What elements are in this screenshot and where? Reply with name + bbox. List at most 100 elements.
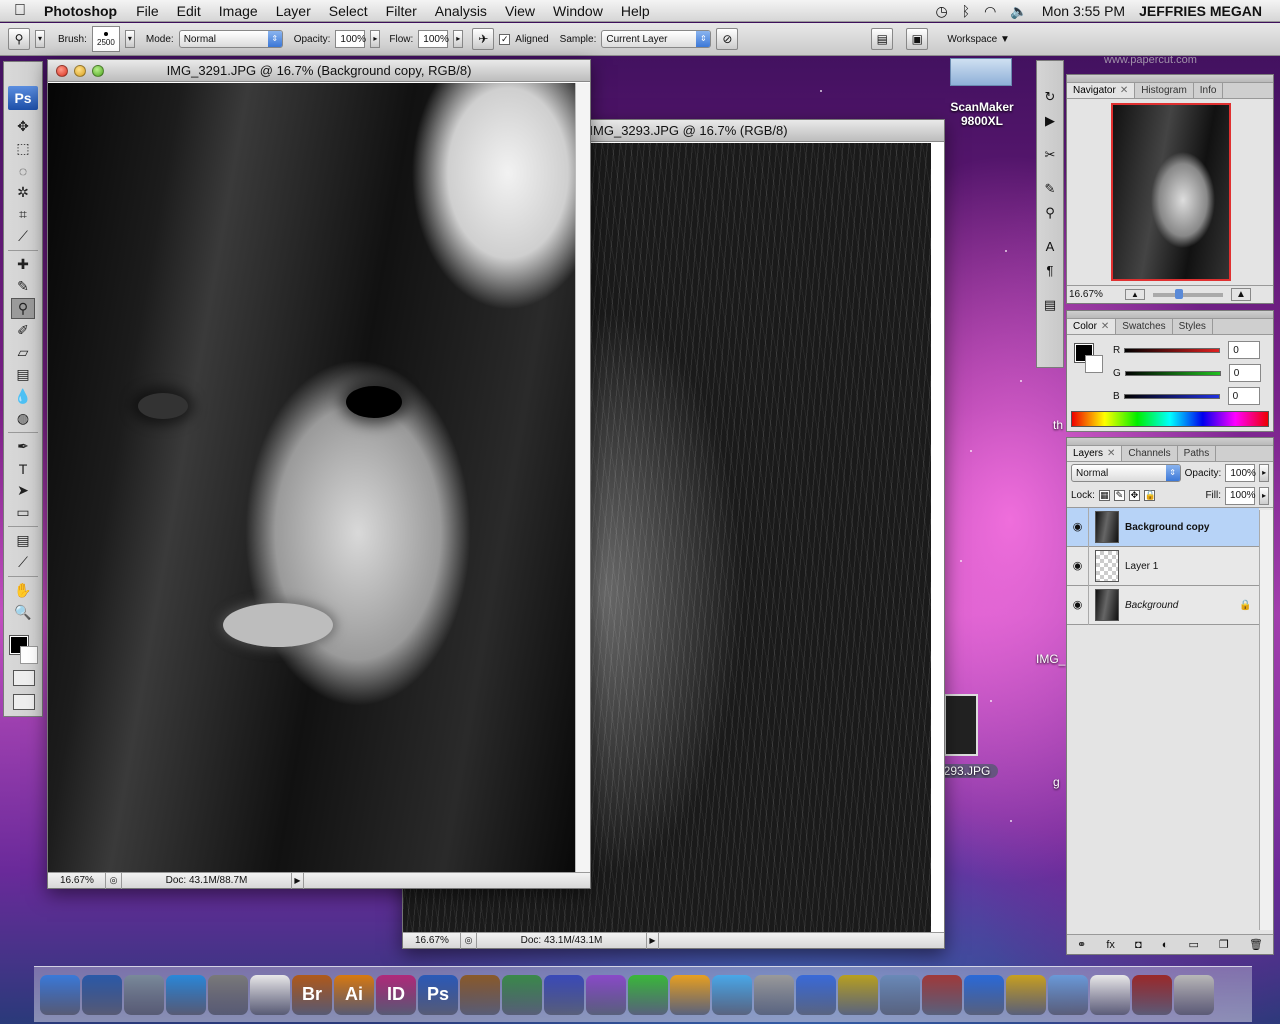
file-desktop-label[interactable]: 293.JPG (936, 764, 998, 778)
tab-swatches[interactable]: Swatches (1116, 319, 1173, 334)
status-info-icon[interactable]: ◎ (106, 872, 122, 889)
layer-style-icon[interactable]: fx (1106, 939, 1115, 951)
layer-name[interactable]: Layer 1 (1125, 561, 1259, 572)
hand-tool[interactable]: ✋ (11, 580, 35, 601)
layer-name[interactable]: Background (1125, 600, 1239, 611)
notes-tool[interactable]: ▤ (11, 530, 35, 551)
minimize-window-icon[interactable] (74, 64, 86, 77)
bluetooth-icon[interactable]: ᛒ (962, 3, 970, 19)
sample-dropdown[interactable]: Current Layer ⇕ (601, 30, 712, 48)
eye-visibility-icon[interactable]: ◉ (1067, 585, 1089, 625)
eyedropper-tool[interactable]: ⟋ (11, 552, 35, 573)
menu-view[interactable]: View (496, 3, 544, 19)
layer-opacity-input[interactable]: 100% (1225, 464, 1256, 482)
zoom-in-icon[interactable]: ▲ (1231, 288, 1251, 301)
status-menu-arrow-icon[interactable]: ▶ (292, 872, 304, 889)
menu-analysis[interactable]: Analysis (426, 3, 496, 19)
fill-input[interactable]: 100% (1225, 486, 1256, 505)
layer-opacity-arrow-icon[interactable]: ▸ (1259, 464, 1269, 482)
close-tab-icon[interactable]: ✕ (1101, 321, 1109, 332)
e-app-icon[interactable] (586, 974, 626, 1015)
actions-palette-icon[interactable]: ▶ (1041, 113, 1059, 133)
vertical-scrollbar[interactable] (575, 83, 590, 874)
numbers-icon[interactable] (502, 974, 542, 1015)
lock-transparency-icon[interactable]: ▦ (1098, 490, 1110, 501)
lock-image-icon[interactable]: ✎ (1113, 490, 1125, 501)
channel-slider[interactable] (1123, 393, 1220, 399)
navigator-zoom-slider[interactable] (1153, 288, 1223, 299)
zoom-window-icon[interactable] (92, 64, 104, 77)
eyedropper-slice-tool[interactable]: ⟋ (11, 226, 35, 247)
image-canvas-portrait[interactable] (48, 83, 576, 874)
layer-blend-mode-dropdown[interactable]: Normal ⇕ (1071, 464, 1181, 482)
keynote-icon[interactable] (460, 974, 500, 1015)
folder-icon[interactable] (1048, 974, 1088, 1015)
zoom-level-field[interactable]: 16.67% (403, 932, 461, 949)
adjustment-layer-icon[interactable]: ◐ (1162, 939, 1169, 951)
layer-row[interactable]: ◉ Background copy (1067, 507, 1259, 547)
acrobat-icon[interactable] (250, 974, 290, 1015)
layer-thumbnail[interactable] (1095, 589, 1119, 621)
marquee-tool[interactable]: ⬚ (11, 138, 35, 159)
brush-picker-arrow-icon[interactable]: ▾ (124, 30, 135, 48)
partial-desktop-label-1[interactable]: IMG_ (1036, 652, 1065, 666)
partial-desktop-label-2[interactable]: th (1053, 418, 1063, 432)
tab-color[interactable]: Color ✕ (1067, 319, 1117, 334)
layer-row[interactable]: ◉ Background 🔒 (1067, 585, 1259, 625)
quicktime-icon[interactable] (964, 974, 1004, 1015)
history-brush-tool[interactable]: ✐ (11, 320, 35, 341)
dodge-tool[interactable]: ◍ (11, 408, 35, 429)
tab-styles[interactable]: Styles (1173, 319, 1213, 334)
panel-grip[interactable] (1067, 75, 1273, 83)
trash-icon[interactable] (1174, 974, 1214, 1015)
tab-paths[interactable]: Paths (1178, 446, 1217, 461)
illustrator-icon[interactable]: Ai (334, 974, 374, 1015)
eye-visibility-icon[interactable]: ◉ (1067, 507, 1089, 547)
indesign-icon[interactable]: ID (376, 974, 416, 1015)
dvd-icon[interactable] (796, 974, 836, 1015)
volume-icon[interactable]: 🔈 (1010, 3, 1027, 20)
remote-icon[interactable] (1132, 974, 1172, 1015)
scanner-desktop-icon[interactable] (950, 58, 1012, 86)
photoshop-logo[interactable]: Ps (8, 86, 38, 110)
channel-value-input[interactable]: 0 (1228, 364, 1261, 382)
tab-info[interactable]: Info (1194, 83, 1224, 98)
opacity-input[interactable]: 100% (335, 30, 366, 48)
wifi-icon[interactable]: ◠ (984, 3, 996, 20)
move-tool[interactable]: ✥ (11, 116, 35, 137)
safari-icon[interactable] (166, 974, 206, 1015)
mode-dropdown[interactable]: Normal ⇕ (178, 30, 283, 48)
directory-icon[interactable] (124, 974, 164, 1015)
quick-mask-icon[interactable] (13, 670, 35, 686)
link-layers-icon[interactable]: ⚭ (1077, 938, 1086, 951)
channel-slider[interactable] (1124, 370, 1221, 376)
camera-icon[interactable] (754, 974, 794, 1015)
time-machine-icon[interactable]: ◷ (936, 3, 948, 20)
pen-tool[interactable]: ✒ (11, 436, 35, 457)
layer-thumbnail[interactable] (1095, 511, 1119, 543)
layer-comps-palette-icon[interactable]: ▤ (1041, 297, 1059, 317)
type-tool[interactable]: T (11, 458, 35, 479)
layer-row[interactable]: ◉ Layer 1 (1067, 546, 1259, 586)
pen-app-icon[interactable] (544, 974, 584, 1015)
color-spectrum-bar[interactable] (1071, 411, 1269, 427)
green-app-icon[interactable] (628, 974, 668, 1015)
bridge-icon[interactable]: Br (292, 974, 332, 1015)
navigator-preview[interactable] (1111, 103, 1231, 281)
menu-layer[interactable]: Layer (267, 3, 320, 19)
opacity-slider-arrow-icon[interactable]: ▸ (370, 30, 381, 48)
tool-presets-palette-icon[interactable]: ✂ (1041, 147, 1059, 167)
crop-tool[interactable]: ⌗ (11, 204, 35, 225)
shape-tool[interactable]: ▭ (11, 502, 35, 523)
iphoto-icon[interactable] (880, 974, 920, 1015)
workspace-menu[interactable]: Workspace ▼ (947, 34, 1010, 45)
brushes-palette-icon[interactable]: ✎ (1041, 181, 1059, 201)
channel-slider[interactable] (1124, 347, 1221, 353)
flow-slider-arrow-icon[interactable]: ▸ (453, 30, 464, 48)
lock-all-icon[interactable]: 🔒 (1143, 490, 1156, 501)
layer-thumbnail[interactable] (1095, 550, 1119, 582)
flow-input[interactable]: 100% (418, 30, 449, 48)
p-app-icon[interactable] (670, 974, 710, 1015)
slider-thumb[interactable] (1174, 288, 1183, 299)
navigator-zoom-field[interactable]: 16.67% (1067, 289, 1125, 300)
